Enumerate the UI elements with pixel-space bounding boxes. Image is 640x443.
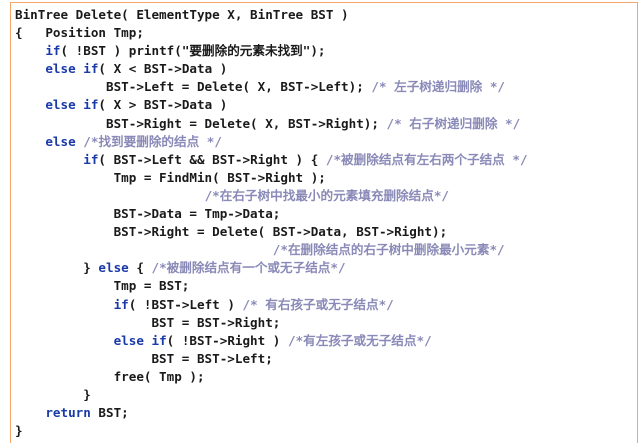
code-text: BST->Data = Tmp->Data;: [15, 206, 281, 222]
code-line: else if( X < BST->Data ): [15, 60, 528, 78]
code-line: BinTree Delete( ElementType X, BinTree B…: [15, 6, 528, 24]
code-comment: /*找到要删除的结点 */: [83, 133, 222, 149]
code-block: BinTree Delete( ElementType X, BinTree B…: [15, 6, 528, 440]
code-line: if( BST->Left && BST->Right ) { /*被删除结点有…: [15, 151, 528, 169]
code-line: Tmp = BST;: [15, 277, 528, 295]
code-comment: /*在右子树中找最小的元素填充删除结点*/: [204, 187, 449, 203]
code-line: else if( !BST->Right ) /*有左孩子或无子结点*/: [15, 332, 528, 350]
code-keyword: else if: [113, 332, 167, 348]
code-text: ( X < BST->Data ): [98, 61, 228, 77]
code-line: { Position Tmp;: [15, 24, 528, 42]
code-text: { Position Tmp;: [15, 25, 144, 41]
code-comment: /* 左子树递归删除 */: [371, 79, 506, 95]
code-line: /*在右子树中找最小的元素填充删除结点*/: [15, 187, 528, 205]
code-text: BST = BST->Right;: [15, 314, 281, 330]
code-text: {: [128, 260, 152, 276]
code-text: ( !BST->Right ): [166, 332, 288, 348]
code-line: /*在删除结点的右子树中删除最小元素*/: [15, 241, 528, 259]
code-line: return BST;: [15, 404, 528, 422]
code-keyword: else: [98, 260, 129, 276]
code-keyword: else: [45, 133, 76, 149]
code-keyword: if: [113, 296, 129, 312]
code-line: } else { /*被删除结点有一个或无子结点*/: [15, 259, 528, 277]
code-keyword: if: [83, 151, 99, 167]
code-line: }: [15, 422, 528, 440]
code-text: Tmp = FindMin( BST->Right );: [15, 169, 326, 185]
code-line: BST->Left = Delete( X, BST->Left); /* 左子…: [15, 78, 528, 96]
code-text: BinTree Delete( ElementType X, BinTree B…: [15, 7, 349, 22]
code-text: free( Tmp );: [15, 368, 205, 384]
code-comment: /*在删除结点的右子树中删除最小元素*/: [272, 242, 505, 258]
code-line: BST->Data = Tmp->Data;: [15, 205, 528, 223]
code-comment: /* 有右孩子或无子结点*/: [242, 296, 394, 312]
code-text: BST->Right = Delete( X, BST->Right);: [15, 115, 387, 131]
code-line: }: [15, 386, 528, 404]
code-text: ( BST->Left && BST->Right ) {: [98, 151, 326, 167]
code-text: ( !BST ) printf("要删除的元素未找到");: [60, 43, 326, 59]
code-line: if( !BST->Left ) /* 有右孩子或无子结点*/: [15, 296, 528, 314]
code-keyword: if: [45, 43, 61, 59]
code-comment: /*被删除结点有左右两个子结点 */: [325, 151, 528, 167]
code-comment: /* 右子树递归删除 */: [386, 115, 521, 131]
code-line: BST = BST->Left;: [15, 350, 528, 368]
code-text: }: [15, 423, 23, 439]
code-keyword: return: [45, 405, 91, 421]
code-text: BST->Left = Delete( X, BST->Left);: [15, 79, 372, 95]
code-comment: /*被删除结点有一个或无子结点*/: [151, 260, 346, 276]
code-line: BST->Right = Delete( BST->Data, BST->Rig…: [15, 223, 528, 241]
code-text: }: [15, 386, 91, 402]
code-line: BST->Right = Delete( X, BST->Right); /* …: [15, 115, 528, 133]
code-keyword: else if: [45, 97, 99, 113]
code-line: if( !BST ) printf("要删除的元素未找到");: [15, 42, 528, 60]
code-line: else /*找到要删除的结点 */: [15, 133, 528, 151]
code-text: BST->Right = Delete( BST->Data, BST->Rig…: [15, 224, 448, 240]
code-line: else if( X > BST->Data ): [15, 96, 528, 114]
code-keyword: else if: [45, 61, 99, 77]
code-line: free( Tmp );: [15, 368, 528, 386]
code-comment: /*有左孩子或无子结点*/: [287, 332, 432, 348]
code-text: Tmp = BST;: [15, 278, 190, 294]
code-text: ( !BST->Left ): [128, 296, 243, 312]
code-text: ( X > BST->Data ): [98, 97, 228, 113]
code-text: }: [15, 260, 99, 276]
code-line: BST = BST->Right;: [15, 314, 528, 332]
code-line: Tmp = FindMin( BST->Right );: [15, 169, 528, 187]
code-text: BST = BST->Left;: [15, 350, 273, 366]
code-text: BST;: [90, 405, 129, 421]
